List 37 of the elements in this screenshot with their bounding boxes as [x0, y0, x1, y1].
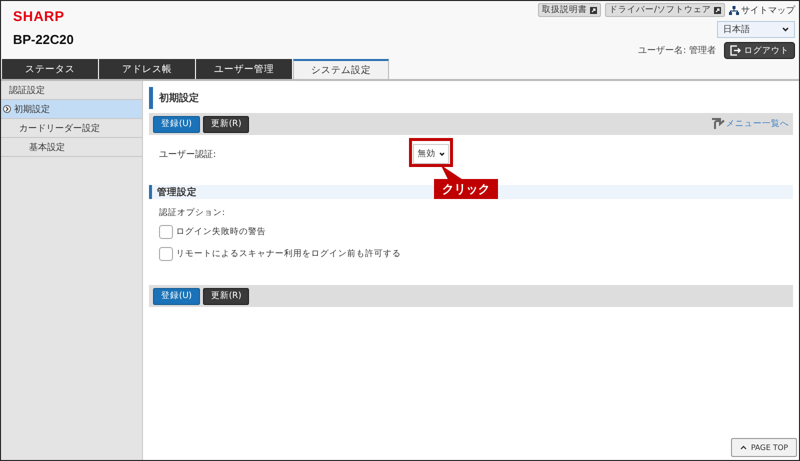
- sidebar-item[interactable]: カードリーダー設定: [1, 119, 142, 138]
- nav-tab[interactable]: アドレス帳: [99, 59, 195, 79]
- logout-icon: [730, 45, 741, 56]
- external-link-icon: [714, 6, 721, 14]
- checkbox-label: リモートによるスキャナー利用をログイン前も許可する: [176, 248, 401, 260]
- chevron-icon: [3, 105, 11, 113]
- update-button[interactable]: 更新(R): [202, 116, 250, 132]
- nav-tab[interactable]: ステータス: [2, 59, 98, 79]
- highlight-frame: [409, 138, 453, 167]
- brand-logo: SHARP: [13, 8, 65, 24]
- field-label: 認証オプション:: [159, 207, 226, 219]
- sidebar-item[interactable]: 初期設定: [1, 100, 142, 119]
- chevron-up-icon: [740, 445, 748, 450]
- field-label: ユーザー認証:: [159, 148, 218, 160]
- return-arrow-icon: [711, 118, 725, 130]
- nav-tab[interactable]: システム設定: [293, 59, 389, 79]
- auth-select[interactable]: 無効: [413, 144, 449, 164]
- model-name: BP-22C20: [13, 32, 74, 47]
- header-link[interactable]: 取扱説明書: [538, 3, 602, 17]
- update-button[interactable]: 更新(R): [202, 288, 250, 304]
- language-select[interactable]: 日本語: [717, 21, 795, 38]
- checkbox-label: ログイン失敗時の警告: [176, 226, 266, 238]
- checkbox[interactable]: [159, 225, 173, 239]
- sidebar-item[interactable]: 基本設定: [1, 138, 142, 157]
- sitemap-link[interactable]: サイトマップ: [729, 4, 795, 16]
- sitemap-icon: [729, 6, 739, 14]
- chevron-down-icon: [438, 152, 444, 156]
- user-name: ユーザー名: 管理者: [638, 44, 716, 57]
- external-link-icon: [590, 6, 598, 14]
- page-title: 初期設定: [149, 87, 793, 109]
- checkbox[interactable]: [159, 247, 173, 261]
- header-link[interactable]: ドライバー/ソフトウェア: [605, 3, 725, 17]
- nav-tab[interactable]: ユーザー管理: [196, 59, 292, 79]
- register-button[interactable]: 登録(U): [153, 116, 200, 132]
- logout-button[interactable]: ログアウト: [724, 42, 795, 59]
- register-button[interactable]: 登録(U): [153, 288, 200, 304]
- chevron-down-icon: [782, 27, 789, 32]
